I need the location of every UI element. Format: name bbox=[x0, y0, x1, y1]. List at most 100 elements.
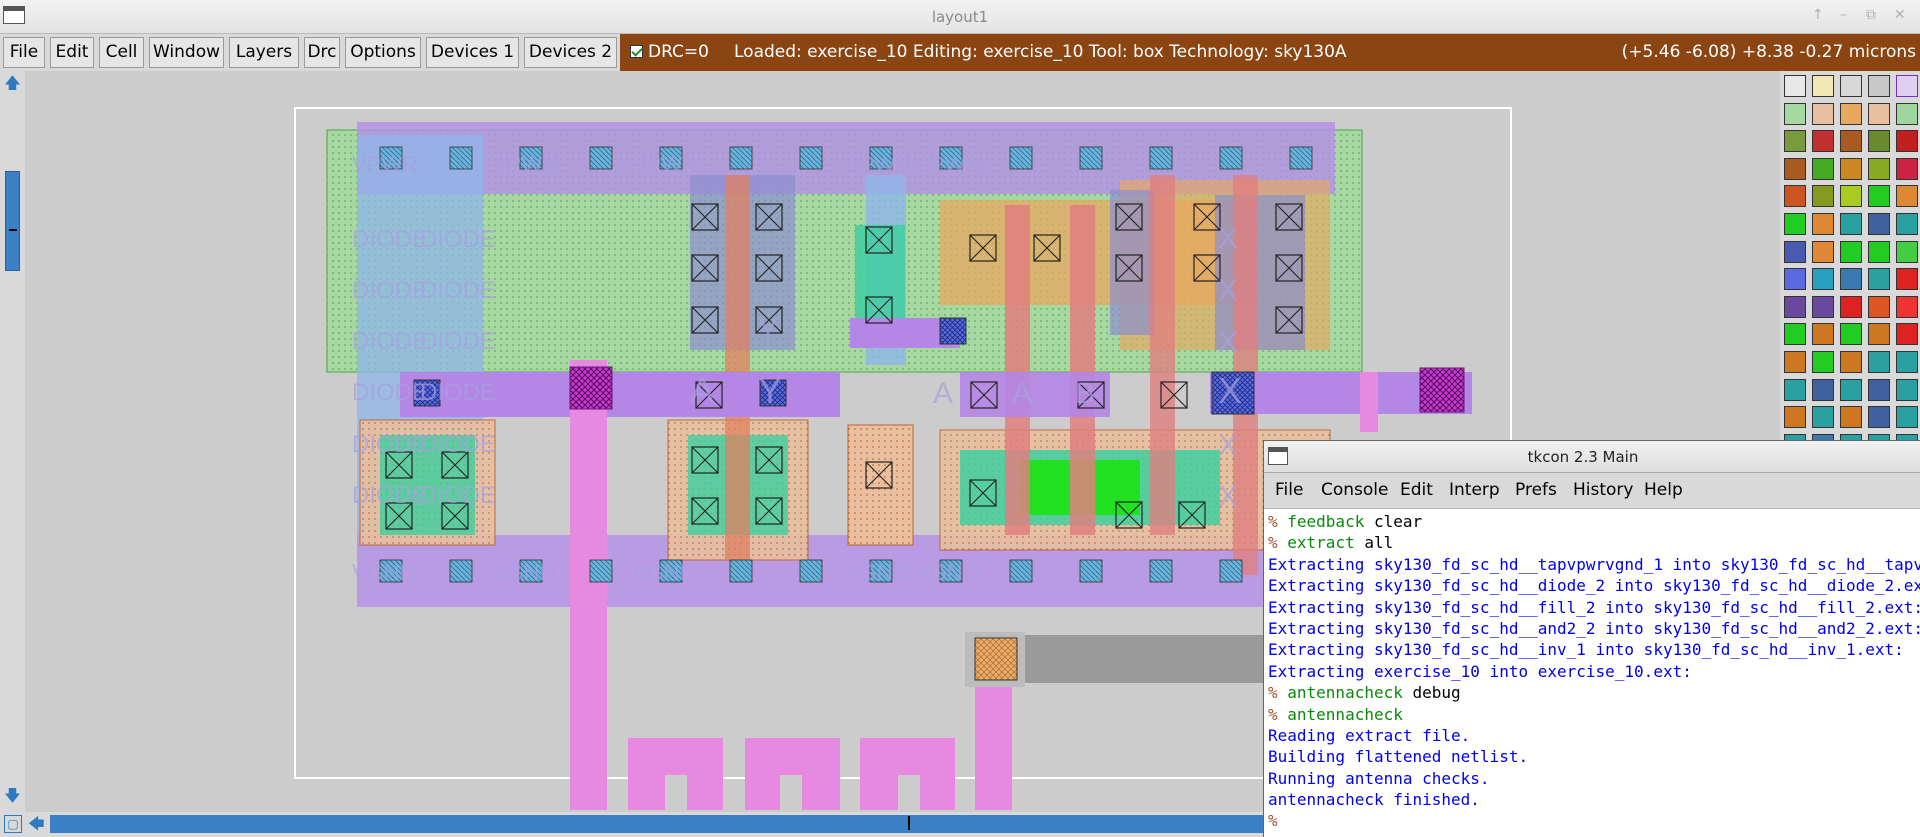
close-icon[interactable]: ✕ bbox=[1894, 7, 1906, 23]
menu-options[interactable]: Options bbox=[345, 37, 421, 68]
layer-swatch[interactable] bbox=[1784, 268, 1806, 291]
layer-swatch[interactable] bbox=[1840, 240, 1862, 263]
layer-swatch[interactable] bbox=[1896, 130, 1918, 153]
layer-swatch[interactable] bbox=[1868, 406, 1890, 429]
menu-window[interactable]: Window bbox=[149, 37, 224, 68]
layer-swatch[interactable] bbox=[1812, 268, 1834, 291]
layer-swatch[interactable] bbox=[1812, 213, 1834, 235]
layer-swatch[interactable] bbox=[1868, 295, 1890, 318]
layer-swatch[interactable] bbox=[1868, 213, 1890, 235]
menu-layers[interactable]: Layers bbox=[229, 37, 299, 68]
layer-palette[interactable] bbox=[1780, 71, 1920, 441]
layer-swatch[interactable] bbox=[1784, 213, 1806, 235]
menu-edit[interactable]: Edit bbox=[50, 37, 94, 68]
window-title: layout1 bbox=[931, 8, 989, 26]
layer-swatch[interactable] bbox=[1868, 102, 1890, 125]
maximize-icon[interactable]: ⧉ bbox=[1866, 7, 1876, 23]
layer-swatch[interactable] bbox=[1784, 75, 1806, 97]
layer-swatch[interactable] bbox=[1840, 406, 1862, 429]
minimize-icon[interactable]: – bbox=[1840, 7, 1847, 23]
scroll-left-icon[interactable]: 🡄 bbox=[28, 815, 46, 833]
layer-swatch[interactable] bbox=[1896, 240, 1918, 263]
layer-swatch[interactable] bbox=[1784, 157, 1806, 180]
layer-swatch[interactable] bbox=[1896, 268, 1918, 291]
layer-swatch[interactable] bbox=[1840, 323, 1862, 346]
layer-swatch[interactable] bbox=[1840, 351, 1862, 373]
layer-swatch[interactable] bbox=[1840, 378, 1862, 401]
layer-swatch[interactable] bbox=[1812, 351, 1834, 373]
layer-swatch[interactable] bbox=[1812, 130, 1834, 153]
layer-swatch[interactable] bbox=[1868, 351, 1890, 373]
layer-swatch[interactable] bbox=[1784, 295, 1806, 318]
layer-swatch[interactable] bbox=[1812, 295, 1834, 318]
menu-file[interactable]: File bbox=[3, 37, 45, 68]
menu-drc[interactable]: Drc bbox=[304, 37, 340, 68]
layer-swatch[interactable] bbox=[1840, 157, 1862, 180]
layer-swatch[interactable] bbox=[1812, 240, 1834, 263]
vertical-scroll-thumb[interactable] bbox=[5, 171, 20, 271]
console-line: Building flattened netlist. bbox=[1268, 747, 1529, 767]
tkcon-menu-interp[interactable]: Interp bbox=[1449, 480, 1500, 500]
layer-swatch[interactable] bbox=[1840, 268, 1862, 291]
layer-swatch[interactable] bbox=[1840, 102, 1862, 125]
layer-swatch[interactable] bbox=[1896, 75, 1918, 97]
layer-swatch[interactable] bbox=[1896, 157, 1918, 180]
layer-swatch[interactable] bbox=[1840, 75, 1862, 97]
layer-swatch[interactable] bbox=[1868, 378, 1890, 401]
layer-swatch[interactable] bbox=[1812, 157, 1834, 180]
layer-swatch[interactable] bbox=[1868, 130, 1890, 153]
layer-swatch[interactable] bbox=[1868, 323, 1890, 346]
layer-swatch[interactable] bbox=[1784, 102, 1806, 125]
layer-swatch[interactable] bbox=[1896, 378, 1918, 401]
layer-swatch[interactable] bbox=[1896, 185, 1918, 208]
layer-swatch[interactable] bbox=[1868, 157, 1890, 180]
layer-swatch[interactable] bbox=[1896, 406, 1918, 429]
layer-swatch[interactable] bbox=[1896, 213, 1918, 235]
layer-swatch[interactable] bbox=[1896, 295, 1918, 318]
tkcon-menu-help[interactable]: Help bbox=[1644, 480, 1683, 500]
tkcon-menu-file[interactable]: File bbox=[1275, 480, 1303, 500]
layer-swatch[interactable] bbox=[1868, 268, 1890, 291]
tkcon-menu-prefs[interactable]: Prefs bbox=[1515, 480, 1557, 500]
layer-swatch[interactable] bbox=[1812, 102, 1834, 125]
tap-contact bbox=[449, 146, 473, 170]
scroll-down-icon[interactable]: 🡇 bbox=[4, 787, 21, 805]
tkcon-window-icon[interactable] bbox=[1268, 447, 1288, 465]
tkcon-console-window[interactable]: tkcon 2.3 Main File Console Edit Interp … bbox=[1263, 440, 1920, 837]
drc-toggle[interactable]: DRC=0 bbox=[620, 34, 716, 71]
zoom-box-icon[interactable]: ▢ bbox=[4, 815, 22, 833]
layer-swatch[interactable] bbox=[1868, 75, 1890, 97]
layer-swatch[interactable] bbox=[1812, 378, 1834, 401]
menu-cell[interactable]: Cell bbox=[99, 37, 144, 68]
layer-swatch[interactable] bbox=[1784, 240, 1806, 263]
layer-swatch[interactable] bbox=[1784, 378, 1806, 401]
layer-swatch[interactable] bbox=[1840, 295, 1862, 318]
layer-swatch[interactable] bbox=[1840, 213, 1862, 235]
raise-icon[interactable]: ↑ bbox=[1812, 7, 1824, 23]
tkcon-menu-history[interactable]: History bbox=[1573, 480, 1633, 500]
layer-swatch[interactable] bbox=[1784, 323, 1806, 346]
layer-swatch[interactable] bbox=[1896, 351, 1918, 373]
layer-swatch[interactable] bbox=[1896, 102, 1918, 125]
drc-checkbox-icon[interactable] bbox=[630, 45, 643, 58]
layer-swatch[interactable] bbox=[1812, 75, 1834, 97]
layer-swatch[interactable] bbox=[1812, 323, 1834, 346]
layer-swatch[interactable] bbox=[1812, 406, 1834, 429]
layer-swatch[interactable] bbox=[1784, 406, 1806, 429]
tkcon-menu-console[interactable]: Console bbox=[1321, 480, 1389, 500]
layer-swatch[interactable] bbox=[1868, 240, 1890, 263]
layer-swatch[interactable] bbox=[1840, 185, 1862, 208]
layer-swatch[interactable] bbox=[1784, 130, 1806, 153]
layer-swatch[interactable] bbox=[1840, 130, 1862, 153]
vertical-scrollbar[interactable]: 🡅 🡇 bbox=[0, 71, 25, 816]
tkcon-menu-edit[interactable]: Edit bbox=[1400, 480, 1433, 500]
layer-swatch[interactable] bbox=[1896, 323, 1918, 346]
tkcon-output[interactable]: % feedback clear% extract all Extracting … bbox=[1268, 511, 1920, 832]
menu-devices-1[interactable]: Devices 1 bbox=[426, 37, 519, 68]
layer-swatch[interactable] bbox=[1812, 185, 1834, 208]
layer-swatch[interactable] bbox=[1784, 185, 1806, 208]
scroll-up-icon[interactable]: 🡅 bbox=[4, 74, 21, 92]
layer-swatch[interactable] bbox=[1784, 351, 1806, 373]
menu-devices-2[interactable]: Devices 2 bbox=[524, 37, 617, 68]
layer-swatch[interactable] bbox=[1868, 185, 1890, 208]
